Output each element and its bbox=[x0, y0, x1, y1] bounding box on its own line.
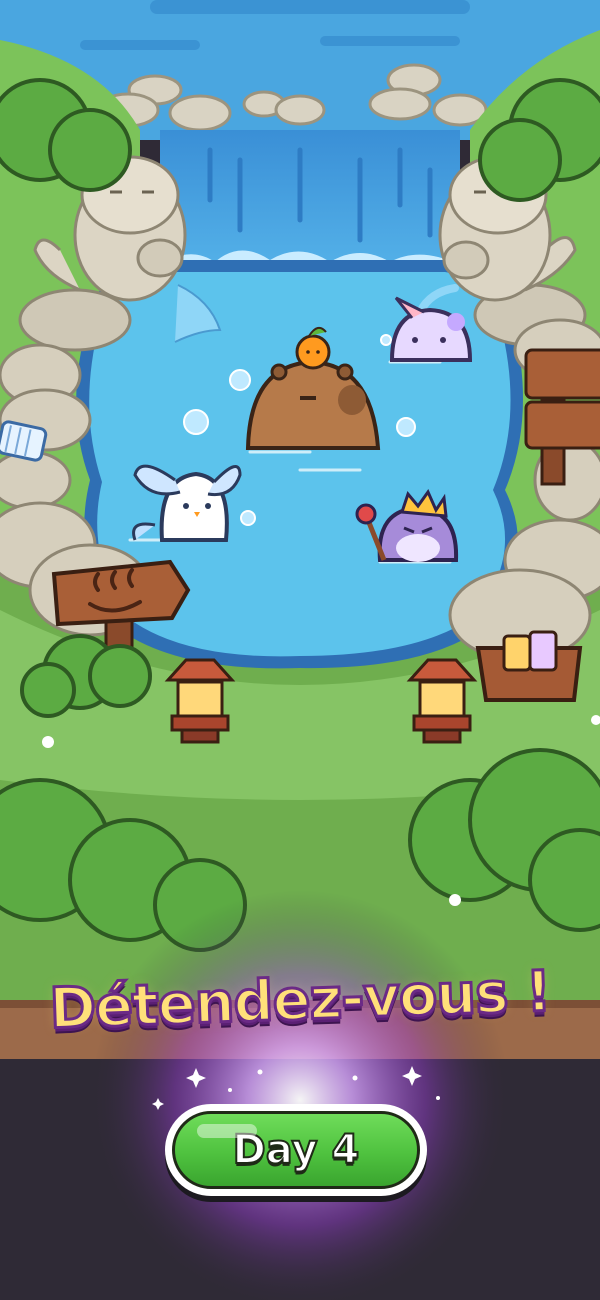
day-button-face[interactable]: Day 4 bbox=[172, 1111, 420, 1189]
day-button[interactable]: Day 4 bbox=[165, 1104, 427, 1196]
button-shine bbox=[197, 1124, 257, 1138]
